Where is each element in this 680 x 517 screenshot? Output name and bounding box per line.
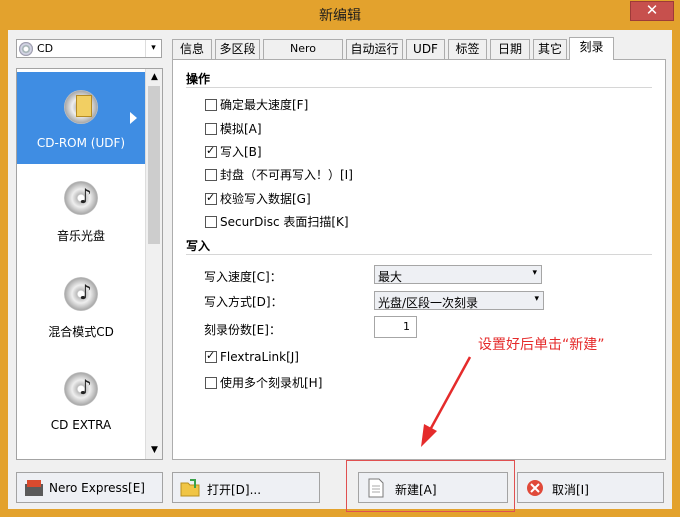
divider — [186, 87, 652, 88]
finalize-disc-checkbox[interactable]: 封盘（不可再写入！）[I] — [205, 166, 353, 182]
tab-info[interactable]: 信息 — [172, 39, 212, 59]
button-label: Nero Express[E] — [49, 481, 145, 495]
cd-extra-icon: ♪ — [64, 372, 98, 406]
chevron-down-icon[interactable]: ▾ — [534, 294, 539, 304]
checkbox-label: SecurDisc 表面扫描[K] — [220, 215, 349, 229]
checkbox-label: 确定最大速度[F] — [220, 98, 309, 112]
checkbox-label: 写入[B] — [220, 145, 262, 159]
checkbox-label: 封盘（不可再写入！）[I] — [220, 168, 353, 182]
max-speed-checkbox[interactable]: 确定最大速度[F] — [205, 96, 308, 112]
tab-autorun[interactable]: 自动运行 — [346, 39, 403, 59]
checkbox-label: FlextraLink[J] — [220, 350, 299, 364]
disc-type-select[interactable]: CD ▾ — [16, 39, 162, 58]
checkbox-box[interactable] — [205, 216, 217, 228]
write-heading: 写入 — [186, 239, 211, 253]
list-item-label: CD EXTRA — [50, 418, 112, 432]
checkbox-box[interactable] — [205, 144, 217, 158]
scroll-thumb[interactable] — [148, 86, 160, 244]
list-item-cd-rom-udf[interactable]: CD-ROM (UDF) — [17, 72, 145, 164]
folder-icon — [180, 479, 200, 497]
write-method-value: 光盘/区段一次刻录 — [378, 296, 479, 310]
button-label: 新建[A] — [395, 483, 437, 497]
open-button[interactable]: 打开[D]... — [172, 472, 320, 503]
tab-nero-discspan[interactable]: Nero DiscSpan — [263, 39, 343, 73]
nero-express-icon — [25, 480, 43, 496]
flextralink-checkbox[interactable]: FlextraLink[J] — [205, 349, 299, 366]
list-item-label: 音乐光盘 — [56, 229, 105, 243]
operations-heading: 操作 — [186, 72, 211, 86]
checkbox-label: 使用多个刻录机[H] — [220, 376, 323, 390]
checkbox-box[interactable] — [205, 169, 217, 181]
multi-recorder-checkbox[interactable]: 使用多个刻录机[H] — [205, 374, 322, 390]
new-button[interactable]: 新建[A] — [358, 472, 508, 503]
chevron-down-icon[interactable]: ▾ — [532, 268, 537, 278]
window-title: 新编辑 — [319, 8, 361, 24]
cd-icon — [19, 42, 33, 56]
copies-stepper[interactable]: 1 — [374, 316, 417, 338]
cd-doc-icon — [64, 90, 98, 124]
selected-arrow-icon — [130, 112, 137, 124]
securdisc-scan-checkbox[interactable]: SecurDisc 表面扫描[K] — [205, 213, 349, 229]
mixed-mode-cd-icon: ♪ — [64, 277, 98, 311]
list-item-mixed-mode-cd[interactable]: ♪ 混合模式CD — [17, 277, 145, 347]
write-method-select[interactable]: 光盘/区段一次刻录 ▾ — [374, 291, 544, 310]
music-cd-icon: ♪ — [64, 181, 98, 215]
write-speed-select[interactable]: 最大 ▾ — [374, 265, 542, 284]
button-label: 取消[I] — [552, 483, 589, 497]
list-item-label: CD-ROM (UDF) — [36, 136, 126, 150]
list-item-label: 混合模式CD — [48, 325, 114, 339]
annotation-text: 设置好后单击“新建” — [478, 337, 605, 353]
tab-multisession[interactable]: 多区段 — [215, 39, 260, 59]
cancel-button[interactable]: 取消[I] — [517, 472, 664, 503]
simulate-checkbox[interactable]: 模拟[A] — [205, 120, 262, 136]
write-checkbox[interactable]: 写入[B] — [205, 143, 262, 159]
checkbox-box[interactable] — [205, 191, 217, 205]
button-label: 打开[D]... — [207, 483, 262, 497]
checkbox-box[interactable] — [205, 123, 217, 135]
nero-express-button[interactable]: Nero Express[E] — [16, 472, 163, 503]
burn-settings-panel: 操作 确定最大速度[F] 模拟[A] 写入[B] 封盘（不可再写入！）[I] 校… — [172, 59, 666, 460]
cancel-icon — [527, 480, 543, 496]
chevron-down-icon[interactable]: ▾ — [145, 40, 161, 57]
list-item-music-cd[interactable]: ♪ 音乐光盘 — [17, 181, 145, 251]
tab-udf[interactable]: UDF — [406, 39, 445, 59]
checkbox-box[interactable] — [205, 377, 217, 389]
checkbox-label: 校验写入数据[G] — [220, 192, 311, 206]
scroll-up-icon[interactable]: ▲ — [146, 69, 163, 86]
verify-data-checkbox[interactable]: 校验写入数据[G] — [205, 190, 311, 206]
checkbox-box[interactable] — [205, 349, 217, 363]
checkbox-label: 模拟[A] — [220, 122, 262, 136]
tab-burn[interactable]: 刻录 — [569, 37, 614, 60]
scroll-down-icon[interactable]: ▼ — [146, 442, 163, 459]
close-button[interactable]: ✕ — [630, 1, 674, 21]
divider — [186, 254, 652, 255]
compilation-type-list[interactable]: CD-ROM (UDF) ♪ 音乐光盘 ♪ 混合模式CD ♪ CD EXTRA … — [16, 68, 163, 460]
tab-date[interactable]: 日期 — [490, 39, 530, 59]
list-item-cd-extra[interactable]: ♪ CD EXTRA — [17, 372, 145, 442]
checkbox-box[interactable] — [205, 99, 217, 111]
write-method-label: 写入方式[D]： — [204, 295, 283, 309]
tab-misc[interactable]: 其它 — [533, 39, 567, 59]
copies-label: 刻录份数[E]： — [204, 323, 281, 337]
title-bar: 新编辑 ✕ — [0, 0, 680, 30]
write-speed-label: 写入速度[C]： — [204, 270, 282, 284]
disc-type-value: CD — [37, 42, 54, 55]
list-scrollbar[interactable]: ▲ ▼ — [145, 69, 162, 459]
write-speed-value: 最大 — [378, 270, 403, 284]
tab-label[interactable]: 标签 — [448, 39, 487, 59]
new-document-icon — [368, 478, 384, 498]
